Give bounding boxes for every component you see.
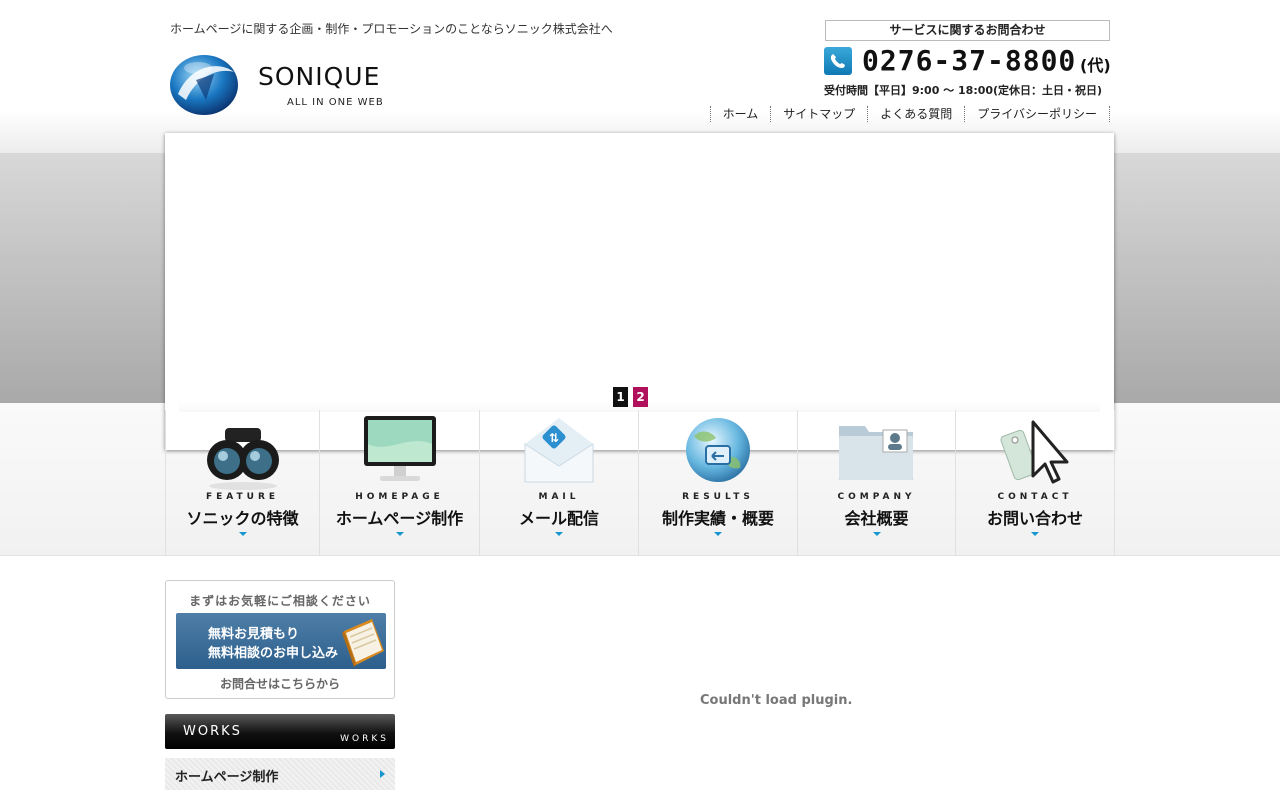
consult-line-1: 無料お見積もり (208, 627, 300, 642)
util-link-privacy[interactable]: プライバシーポリシー (964, 106, 1109, 122)
free-consultation-banner[interactable]: まずはお気軽にご相談ください 無料お見積もり 無料相談のお申し込み お問合せはこ… (165, 580, 395, 699)
sidebar-link-homepage[interactable]: ホームページ制作 (165, 758, 395, 790)
slide-area (179, 143, 1100, 413)
nav-jp-label: 制作実績・概要 (661, 509, 774, 528)
consult-heading: まずはお気軽にご相談ください (189, 594, 371, 608)
nav-item-mail[interactable]: ⇅ MAIL メール配信 (480, 410, 639, 556)
nav-en-label: MAIL (538, 492, 580, 502)
chevron-down-icon (395, 532, 404, 536)
nav-item-company[interactable]: COMPANY 会社概要 (798, 410, 956, 556)
util-link-faq[interactable]: よくある質問 (867, 106, 964, 122)
phone-number: 0276-37-8800 (862, 44, 1077, 77)
monitor-icon (363, 416, 436, 481)
consult-line-2: 無料相談のお申し込み (208, 646, 339, 661)
nav-item-results[interactable]: RESULTS 制作実績・概要 (639, 410, 798, 556)
logo-subtitle: ALL IN ONE WEB (287, 97, 384, 108)
chevron-right-icon (380, 770, 385, 778)
chevron-down-icon (714, 532, 722, 536)
slide-page-2-button[interactable]: 2 (633, 387, 648, 407)
plugin-error-message: Couldn't load plugin. (700, 693, 853, 708)
nav-jp-label: 会社概要 (844, 509, 909, 528)
nav-en-label: CONTACT (997, 492, 1073, 502)
nav-item-contact[interactable]: CONTACT お問い合わせ (956, 410, 1115, 556)
chevron-down-icon (555, 532, 563, 536)
utility-nav: ホーム サイトマップ よくある質問 プライバシーポリシー (709, 106, 1110, 122)
nav-en-label: COMPANY (837, 492, 916, 502)
page: ホームページに関する企画・制作・プロモーションのことならソニック株式会社へ SO… (0, 0, 1280, 800)
phone-block: 0276-37-8800 (代) (824, 44, 1114, 78)
works-title: WORKS (183, 724, 242, 739)
consult-footer: お問合せはこちらから (219, 677, 340, 691)
nav-jp-label: メール配信 (518, 509, 599, 528)
phone-suffix: (代) (1080, 56, 1111, 75)
cursor-tag-icon (1000, 420, 1069, 484)
sidebar-link-label: ホームページ制作 (175, 770, 279, 785)
nav-jp-label: ホームページ制作 (335, 509, 464, 528)
site-tagline: ホームページに関する企画・制作・プロモーションのことならソニック株式会社へ (170, 22, 613, 36)
mail-envelope-icon: ⇅ (524, 418, 594, 483)
nav-item-homepage[interactable]: HOMEPAGE ホームページ制作 (320, 410, 480, 556)
globe-icon (686, 418, 750, 482)
nav-jp-label: お問い合わせ (986, 509, 1083, 528)
slide-page-1-button[interactable]: 1 (613, 387, 628, 407)
nav-en-label: RESULTS (682, 492, 754, 502)
contact-label: サービスに関するお問合わせ (825, 20, 1110, 41)
binoculars-icon (206, 428, 279, 490)
business-hours: 受付時間【平日】9:00 〜 18:00(定休日：土日・祝日) (824, 84, 1103, 97)
hero-slideshow: 1 2 (165, 133, 1114, 450)
sonique-logo-icon (170, 55, 238, 115)
nav-item-feature[interactable]: FEATURE ソニックの特徴 (165, 410, 320, 556)
chevron-down-icon (1031, 532, 1039, 536)
util-link-home[interactable]: ホーム (709, 106, 771, 122)
svg-text:⇅: ⇅ (549, 431, 559, 445)
book-icon (342, 619, 384, 667)
logo-wordmark: SONIQUE (258, 62, 381, 91)
chevron-down-icon (872, 532, 881, 536)
works-section-header: WORKS WORKS (165, 714, 395, 749)
nav-en-label: FEATURE (205, 492, 280, 502)
nav-jp-label: ソニックの特徴 (186, 509, 299, 528)
phone-icon (824, 47, 852, 75)
util-link-sitemap[interactable]: サイトマップ (770, 106, 867, 122)
works-subtitle: WORKS (340, 734, 389, 744)
chevron-down-icon (238, 532, 247, 536)
nav-en-label: HOMEPAGE (355, 492, 444, 502)
slide-pager: 1 2 (613, 387, 648, 407)
folder-icon (838, 426, 913, 480)
main-nav: FEATURE ソニックの特徴 HOMEPAGE ホームページ制作 ⇅ MAIL… (165, 410, 1115, 556)
util-divider (1109, 106, 1110, 122)
site-logo[interactable]: SONIQUE ALL IN ONE WEB (168, 48, 428, 118)
